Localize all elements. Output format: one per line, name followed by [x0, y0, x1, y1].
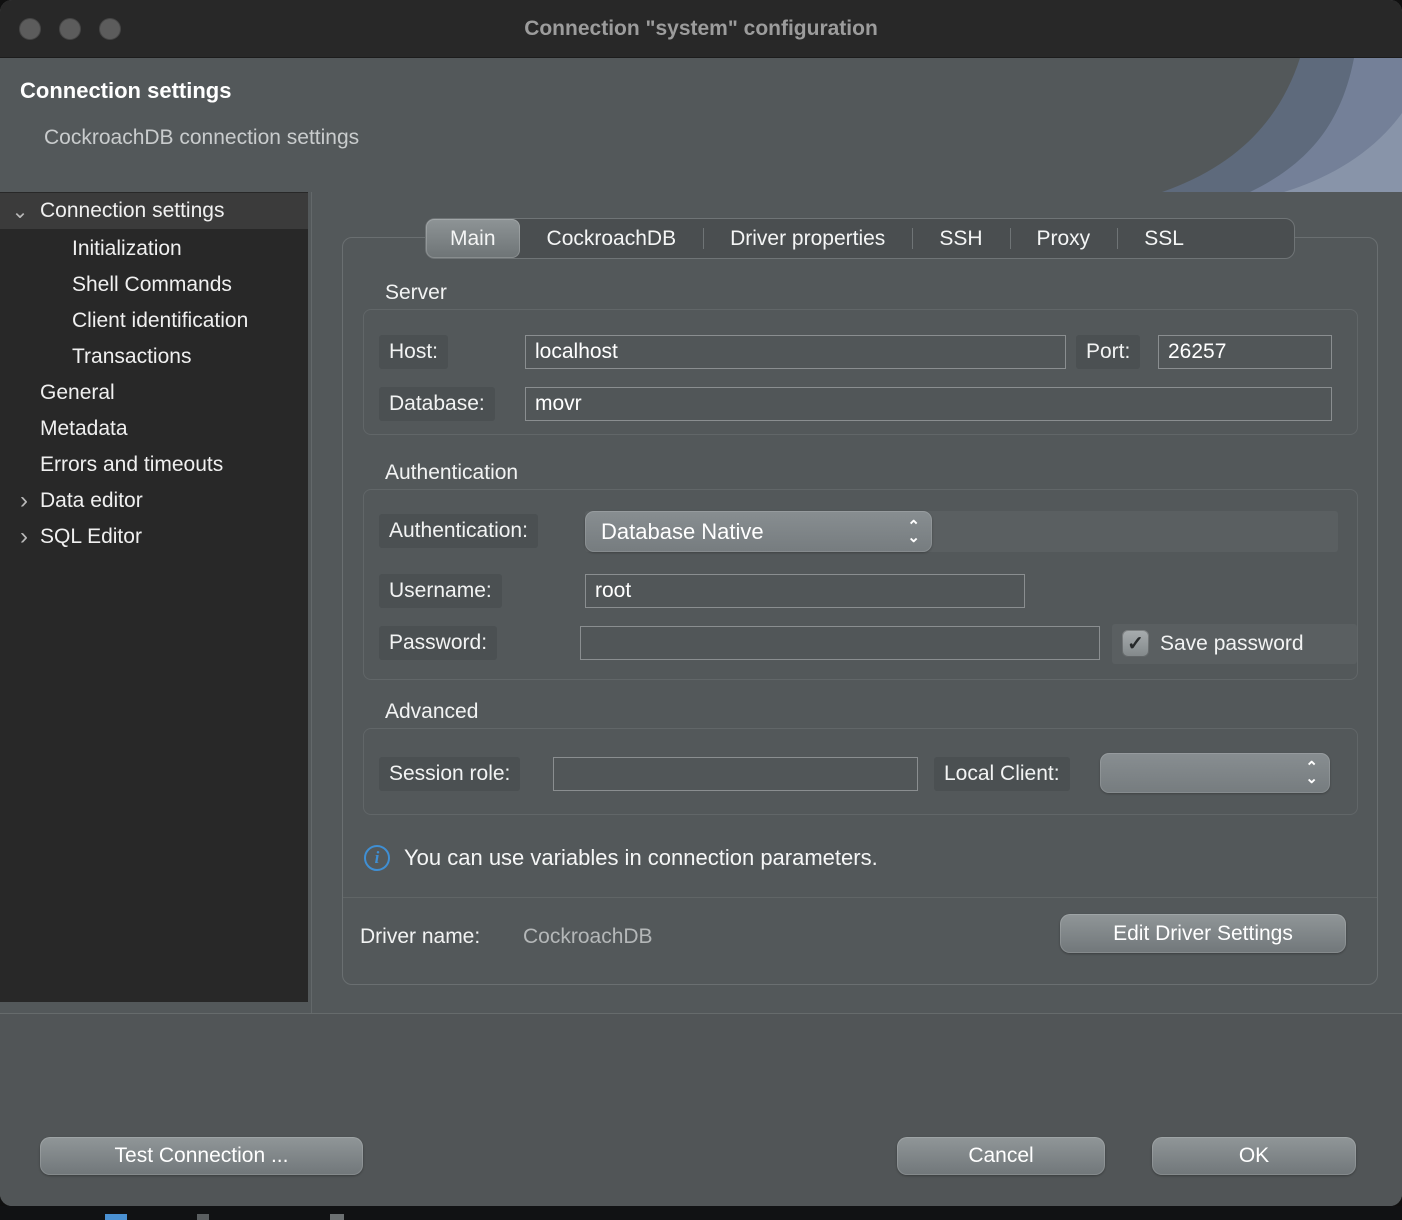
titlebar[interactable]: Connection "system" configuration [0, 0, 1402, 58]
connection-tabs: Main CockroachDB Driver properties SSH P… [425, 218, 1295, 259]
database-input[interactable] [525, 387, 1332, 421]
authentication-select[interactable]: Database Native ⌃⌄ [585, 511, 932, 552]
save-password-checkbox[interactable]: ✓ [1122, 630, 1149, 657]
header-decoration-swirl [1132, 58, 1402, 192]
server-section-label: Server [385, 281, 447, 305]
check-icon: ✓ [1127, 631, 1144, 656]
chevron-right-icon[interactable]: › [12, 491, 36, 511]
settings-tree: ⌄ Connection settings Initialization She… [0, 192, 308, 1002]
cancel-button[interactable]: Cancel [897, 1137, 1105, 1175]
dialog-body: ⌄ Connection settings Initialization She… [0, 192, 1402, 1013]
desktop-strip [0, 1206, 1402, 1220]
advanced-section-label: Advanced [385, 700, 478, 724]
select-stepper-icon: ⌃⌄ [907, 521, 920, 543]
tab-cockroachdb[interactable]: CockroachDB [520, 219, 704, 258]
tab-driver-properties[interactable]: Driver properties [703, 219, 912, 258]
username-label: Username: [379, 574, 502, 608]
authentication-section-label: Authentication [385, 461, 518, 485]
sidebar-item-sql-editor[interactable]: › SQL Editor [0, 519, 308, 555]
chevron-right-icon[interactable]: › [12, 527, 36, 547]
sidebar-item-errors-and-timeouts[interactable]: Errors and timeouts [0, 447, 308, 483]
password-label: Password: [379, 626, 497, 660]
sidebar-item-shell-commands[interactable]: Shell Commands [0, 267, 308, 303]
driver-name-value: CockroachDB [523, 925, 653, 949]
tab-proxy[interactable]: Proxy [1010, 219, 1118, 258]
local-client-label: Local Client: [934, 757, 1070, 791]
session-role-input[interactable] [553, 757, 918, 791]
database-label: Database: [379, 387, 495, 421]
sidebar-item-data-editor[interactable]: › Data editor [0, 483, 308, 519]
port-label: Port: [1076, 335, 1140, 369]
sidebar-divider [311, 192, 312, 1013]
host-input[interactable] [525, 335, 1066, 369]
main-settings-area: Main CockroachDB Driver properties SSH P… [313, 192, 1402, 1013]
sidebar-item-metadata[interactable]: Metadata [0, 411, 308, 447]
window-title: Connection "system" configuration [0, 0, 1402, 58]
desktop-sliver [197, 1214, 209, 1220]
port-input[interactable] [1158, 335, 1332, 369]
session-role-label: Session role: [379, 757, 520, 791]
chevron-down-icon[interactable]: ⌄ [8, 199, 32, 224]
page-subtitle: CockroachDB connection settings [44, 126, 359, 150]
tab-main[interactable]: Main [426, 219, 520, 258]
host-label: Host: [379, 335, 448, 369]
sidebar-item-transactions[interactable]: Transactions [0, 339, 308, 375]
local-client-select[interactable]: ⌃⌄ [1100, 753, 1330, 793]
sidebar-item-client-identification[interactable]: Client identification [0, 303, 308, 339]
test-connection-button[interactable]: Test Connection ... [40, 1137, 363, 1175]
save-password-checkbox-label[interactable]: Save password [1160, 632, 1357, 656]
authentication-label: Authentication: [379, 514, 538, 548]
variables-hint: You can use variables in connection para… [404, 845, 878, 871]
page-title: Connection settings [20, 78, 231, 104]
ok-button[interactable]: OK [1152, 1137, 1356, 1175]
tab-ssl[interactable]: SSL [1117, 219, 1211, 258]
select-stepper-icon: ⌃⌄ [1305, 762, 1318, 784]
sidebar-item-connection-settings[interactable]: ⌄ Connection settings [0, 193, 308, 229]
dialog-header: Connection settings CockroachDB connecti… [0, 58, 1402, 192]
authentication-selected-option: Database Native [601, 519, 764, 545]
dialog-footer: Test Connection ... Cancel OK [0, 1014, 1402, 1206]
edit-driver-settings-button[interactable]: Edit Driver Settings [1060, 914, 1346, 953]
sidebar-item-initialization[interactable]: Initialization [0, 231, 308, 267]
username-input[interactable] [585, 574, 1025, 608]
info-icon: i [364, 845, 390, 871]
connection-config-dialog: Connection "system" configuration Connec… [0, 0, 1402, 1206]
screen: Connection "system" configuration Connec… [0, 0, 1402, 1220]
driver-row-divider [343, 897, 1377, 898]
password-input[interactable] [580, 626, 1100, 660]
desktop-sliver [105, 1214, 127, 1220]
tab-ssh[interactable]: SSH [912, 219, 1009, 258]
driver-name-label: Driver name: [360, 925, 480, 949]
desktop-sliver [330, 1214, 344, 1220]
sidebar-item-general[interactable]: General [0, 375, 308, 411]
